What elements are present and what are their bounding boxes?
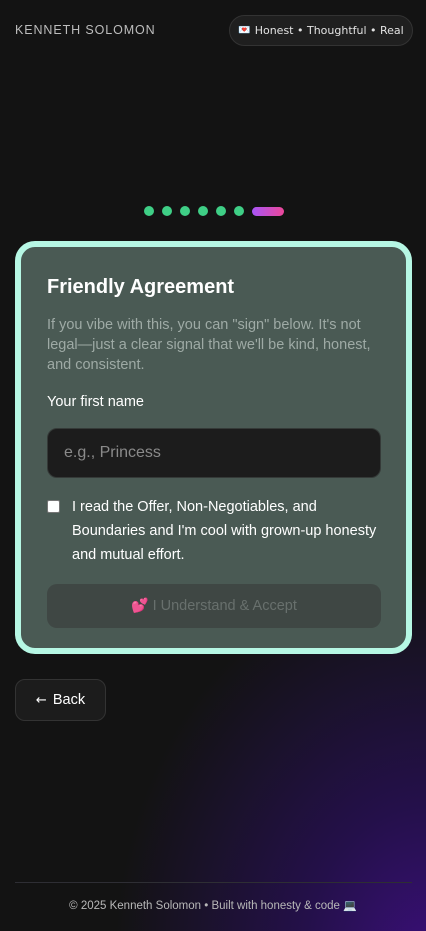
laptop-icon: 💻 [343,899,357,912]
agreement-checkbox-label[interactable]: I read the Offer, Non-Negotiables, and B… [72,495,380,567]
tagline-badge: 💌 Honest • Thoughtful • Real [229,15,413,46]
top-bar: KENNETH SOLOMON 💌 Honest • Thoughtful • … [0,0,426,60]
agreement-card: Friendly Agreement If you vibe with this… [15,241,412,654]
progress-current-step [252,207,284,216]
progress-dot-4 [198,206,208,216]
arrow-left-icon: ← [35,692,47,708]
progress-dot-1 [144,206,154,216]
first-name-input[interactable] [47,428,381,478]
agreement-description: If you vibe with this, you can "sign" be… [47,317,371,373]
footer-text: © 2025 Kenneth Solomon • Built with hone… [69,900,340,912]
agreement-checkbox-row[interactable]: I read the Offer, Non-Negotiables, and B… [47,495,380,567]
tagline-text: Honest • Thoughtful • Real [254,24,404,37]
love-letter-icon: 💌 [238,25,251,36]
step-progress [0,206,426,218]
footer: © 2025 Kenneth Solomon • Built with hone… [0,899,426,912]
brand-name: KENNETH SOLOMON [15,23,156,37]
progress-dot-3 [180,206,190,216]
progress-dot-6 [234,206,244,216]
accept-button[interactable]: 💕 I Understand & Accept [47,584,381,628]
agreement-title: Friendly Agreement [47,276,235,298]
back-button[interactable]: ← Back [15,679,106,721]
accept-button-label: I Understand & Accept [152,598,297,614]
progress-dot-5 [216,206,226,216]
agreement-checkbox[interactable] [47,500,60,513]
footer-divider [15,882,412,883]
back-button-label: Back [52,692,86,708]
two-hearts-icon: 💕 [131,598,149,614]
first-name-label: Your first name [47,394,144,410]
progress-dot-2 [162,206,172,216]
